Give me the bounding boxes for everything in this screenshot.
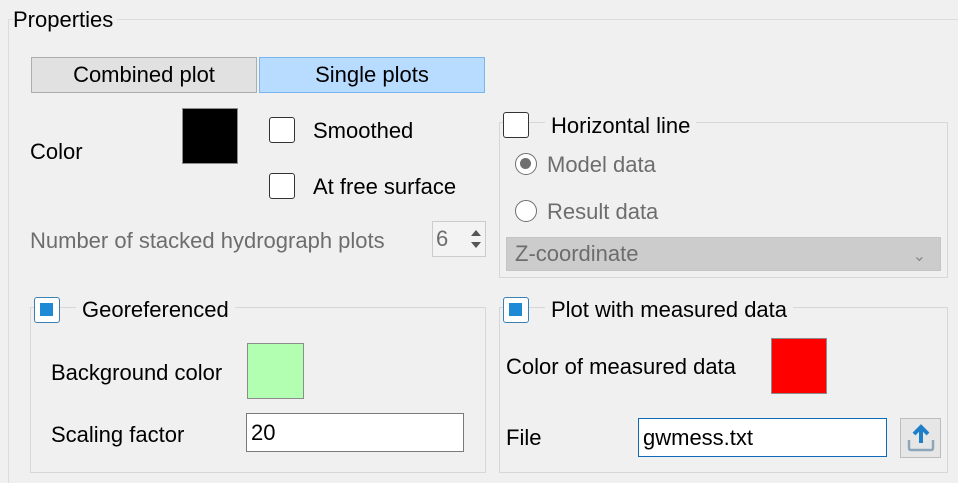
file-input[interactable]: gwmess.txt — [638, 418, 887, 457]
free-surface-label: At free surface — [313, 174, 457, 199]
panel-title: Properties — [13, 7, 118, 33]
color-label: Color — [30, 139, 83, 164]
result-data-label: Result data — [547, 199, 659, 224]
combined-plot-button[interactable]: Combined plot — [31, 57, 257, 93]
coordinate-value: Z-coordinate — [515, 241, 639, 266]
background-color-label: Background color — [51, 360, 223, 385]
model-data-radio[interactable] — [515, 153, 537, 175]
upload-icon — [907, 424, 934, 452]
measured-color-label: Color of measured data — [506, 354, 736, 379]
spin-up-icon[interactable] — [471, 230, 481, 236]
result-data-radio[interactable] — [515, 200, 537, 222]
measured-color-swatch[interactable] — [771, 338, 827, 394]
spin-arrows[interactable] — [467, 222, 485, 256]
stacked-plots-value: 6 — [436, 226, 449, 251]
stacked-plots-spinbox[interactable]: 6 — [432, 221, 486, 257]
color-swatch[interactable] — [182, 108, 238, 164]
coordinate-dropdown[interactable]: Z-coordinate ⌄ — [506, 237, 941, 271]
free-surface-checkbox[interactable] — [269, 173, 295, 199]
horizontal-line-checkbox[interactable] — [503, 112, 529, 138]
background-color-swatch[interactable] — [247, 343, 304, 399]
browse-file-button[interactable] — [900, 418, 941, 458]
scaling-factor-label: Scaling factor — [51, 422, 185, 447]
measured-data-checkbox[interactable] — [503, 297, 529, 323]
file-label: File — [506, 425, 542, 450]
smoothed-checkbox[interactable] — [269, 117, 295, 143]
horizontal-line-label: Horizontal line — [545, 113, 697, 139]
single-plots-button[interactable]: Single plots — [259, 57, 485, 93]
stacked-plots-label: Number of stacked hydrograph plots — [30, 228, 385, 253]
model-data-label: Model data — [547, 152, 656, 177]
measured-data-label: Plot with measured data — [545, 297, 794, 323]
spin-down-icon[interactable] — [471, 242, 481, 248]
georeferenced-label: Georeferenced — [76, 297, 235, 323]
scaling-factor-input[interactable]: 20 — [246, 413, 464, 452]
chevron-down-icon: ⌄ — [912, 248, 926, 265]
georeferenced-checkbox[interactable] — [34, 297, 60, 323]
smoothed-label: Smoothed — [313, 118, 414, 143]
